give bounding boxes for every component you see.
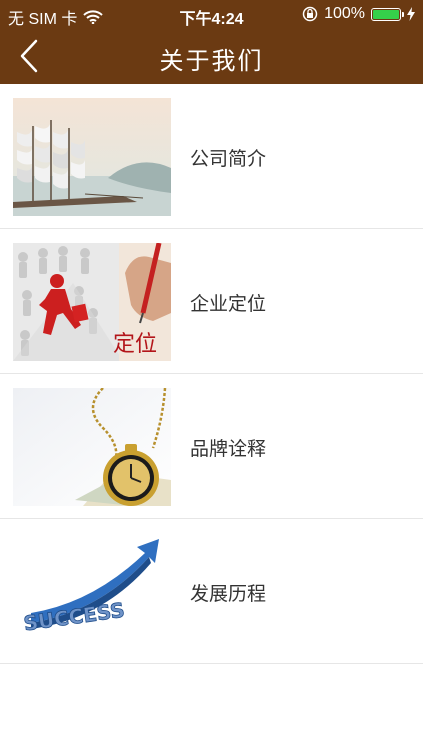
running-figure-image: 定位 [13, 243, 171, 361]
list-item-label: 企业定位 [190, 294, 267, 315]
list-item-history[interactable]: SUCCESS 发展历程 [0, 519, 423, 664]
pocket-watch-image [13, 388, 171, 506]
success-arrow-image: SUCCESS [13, 533, 171, 651]
battery-percent: 100% [324, 5, 365, 22]
list-item-positioning[interactable]: 定位 企业定位 [0, 229, 423, 374]
list-item-company-profile[interactable]: 公司简介 [0, 84, 423, 229]
page-title: 关于我们 [159, 48, 264, 75]
list-item-brand[interactable]: 品牌诠释 [0, 374, 423, 519]
list-item-label: 公司简介 [190, 149, 267, 170]
app-header: 无 SIM 卡 下午4:24 100% 关于我们 [0, 0, 423, 84]
status-bar: 无 SIM 卡 下午4:24 100% [0, 0, 423, 28]
list-item-label: 品牌诠释 [190, 439, 267, 460]
about-menu-list: 公司简介 定位 企业定位 品牌诠释 SUCCESS 发展历程 [0, 84, 423, 664]
rotation-lock-icon [302, 6, 318, 22]
positioning-image-text: 定位 [113, 332, 157, 357]
battery-icon [371, 7, 404, 21]
sailing-ship-image [13, 98, 171, 216]
nav-bar: 关于我们 [0, 28, 423, 84]
charging-bolt-icon [407, 7, 415, 21]
list-item-label: 发展历程 [190, 584, 267, 605]
